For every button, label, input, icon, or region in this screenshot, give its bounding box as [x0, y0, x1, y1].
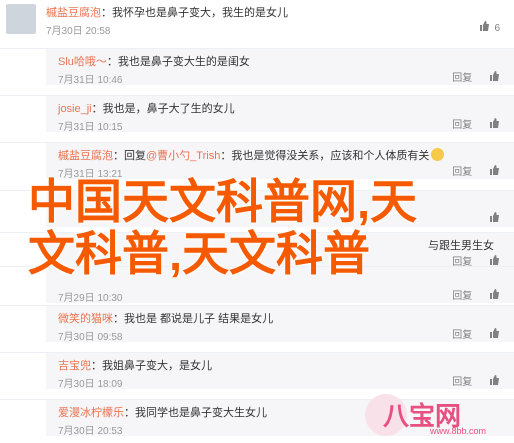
reply-prefix: ：回复: [113, 150, 146, 162]
thumbs-up-icon[interactable]: [489, 211, 500, 222]
thumbs-up-icon[interactable]: [489, 164, 500, 175]
thumbs-up-icon[interactable]: [489, 374, 500, 385]
reply-item: 微笑的猫咪：我也是 都说是儿子 结果是女儿 7月30日 09:58 回复: [0, 305, 514, 343]
reply-username[interactable]: 槭盐豆腐泡: [58, 150, 113, 162]
thumbs-up-icon[interactable]: [489, 70, 500, 81]
avatar[interactable]: [6, 4, 36, 34]
reply-actions: [489, 211, 500, 225]
thumbs-up-icon[interactable]: [479, 20, 490, 31]
reply-item: josie_ji：我也是，鼻子大了生的女儿 7月31日 10:15 回复: [0, 95, 514, 133]
reply-button[interactable]: 回复: [452, 163, 472, 178]
reply-username[interactable]: 吉宝兜: [58, 360, 91, 372]
reply-button[interactable]: 回复: [452, 69, 472, 84]
reply-date: 7月31日 10:46: [58, 75, 123, 86]
reply-item: Slu哈哦～：我也是鼻子变大生的是闺女 7月31日 10:46 回复: [0, 48, 514, 86]
reply-actions: 回复: [452, 287, 500, 302]
thumbs-up-icon[interactable]: [489, 327, 500, 338]
reply-username[interactable]: 爱漫冰柠檬乐: [58, 407, 124, 419]
comment-text: ：我怀孕也是鼻子变大，我生的是女儿: [101, 7, 288, 19]
thumbs-up-icon[interactable]: [489, 288, 500, 299]
reply-actions: 回复: [452, 326, 500, 341]
reply-date: 7月29日 10:30: [58, 293, 123, 304]
reply-text: ：我同学也是鼻子变大生女儿: [124, 407, 267, 419]
promo-overlay-text: 中国天文科普网,天 文科普,天文科普: [28, 176, 417, 280]
overlay-line-1: 中国天文科普网,天: [28, 175, 418, 228]
reply-date: 7月30日 18:09: [58, 379, 123, 390]
reply-date: 7月30日 20:53: [58, 426, 123, 437]
reply-actions: 回复: [452, 116, 500, 131]
comment-item: 槭盐豆腐泡：我怀孕也是鼻子变大，我生的是女儿 7月30日 20:58 6: [0, 0, 514, 37]
overlay-line-2: 文科普,天文科普: [28, 227, 371, 280]
reply-button[interactable]: 回复: [452, 253, 472, 268]
watermark-url: www.8bb.com: [430, 426, 487, 436]
smile-emoji-icon: [431, 148, 445, 161]
reply-actions: 回复: [452, 373, 500, 388]
reply-actions: 回复: [452, 163, 500, 178]
reply-username[interactable]: 微笑的猫咪: [58, 313, 113, 325]
comment-date: 7月30日 20:58: [46, 26, 111, 37]
reply-text: ：我也是，鼻子大了生的女儿: [91, 103, 235, 115]
reply-actions: 回复: [452, 253, 500, 268]
reply-text: ：我姐鼻子变大，是女儿: [91, 360, 212, 372]
reply-button[interactable]: 回复: [452, 373, 472, 388]
reply-text: ：我也是鼻子变大生的是闺女: [106, 56, 250, 68]
reply-text: ：我也是 都说是儿子 结果是女儿: [113, 313, 274, 325]
reply-date: 7月30日 09:58: [58, 332, 123, 343]
reply-item: 槭盐豆腐泡：回复@曹小勺_Trish：我也是觉得没关系，应该和个人体质有关 7月…: [0, 142, 514, 180]
reply-item: 吉宝兜：我姐鼻子变大，是女儿 7月30日 18:09 回复: [0, 352, 514, 390]
reply-text: ：我也是觉得没关系，应该和个人体质有关: [220, 150, 430, 162]
comment-actions: 6: [479, 20, 500, 34]
like-count: 6: [494, 23, 500, 34]
reply-username[interactable]: Slu哈哦～: [58, 56, 107, 68]
reply-button[interactable]: 回复: [452, 326, 472, 341]
mention-link[interactable]: @曹小勺_Trish: [146, 150, 220, 162]
reply-button[interactable]: 回复: [452, 116, 472, 131]
thumbs-up-icon[interactable]: [489, 254, 500, 265]
thumbs-up-icon[interactable]: [489, 117, 500, 128]
reply-date: 7月31日 10:15: [58, 122, 123, 133]
reply-username[interactable]: josie_ji: [58, 103, 92, 115]
comment-username[interactable]: 槭盐豆腐泡: [46, 7, 101, 19]
reply-text: 与跟生男生女: [428, 240, 494, 252]
reply-button[interactable]: 回复: [452, 287, 472, 302]
reply-actions: 回复: [452, 69, 500, 84]
